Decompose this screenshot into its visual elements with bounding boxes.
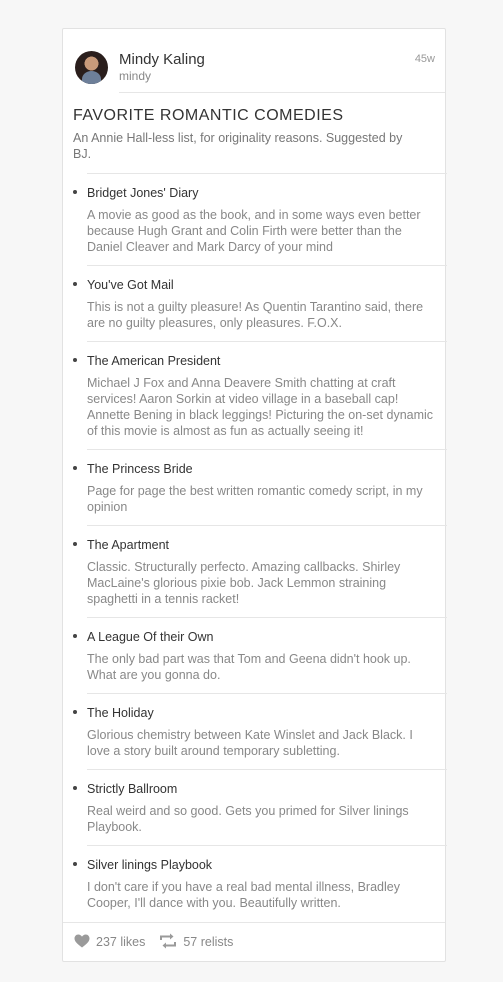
bullet — [73, 710, 77, 714]
card-footer: 237 likes 57 relists — [63, 922, 445, 961]
header-divider — [119, 92, 445, 93]
timestamp: 45w — [414, 53, 435, 65]
avatar[interactable] — [75, 51, 108, 84]
item-title: The Holiday — [87, 706, 154, 720]
bullet — [73, 190, 77, 194]
author-handle[interactable]: mindy — [119, 69, 151, 83]
bullet — [73, 542, 77, 546]
item-title: Silver linings Playbook — [87, 858, 213, 872]
item-note: Real weird and so good. Gets you primed … — [87, 804, 409, 834]
item-title: Bridget Jones' Diary — [87, 186, 199, 200]
relist-icon — [159, 933, 177, 952]
list-items: Bridget Jones' Diary A movie as good as … — [63, 173, 447, 921]
list-item[interactable]: Bridget Jones' Diary A movie as good as … — [73, 173, 447, 265]
item-note: I don't care if you have a real bad ment… — [87, 880, 400, 910]
item-note: Glorious chemistry between Kate Winslet … — [87, 728, 413, 758]
list-title: FAVORITE ROMANTIC COMEDIES — [73, 107, 344, 124]
item-title: The American President — [87, 354, 221, 368]
item-note: Michael J Fox and Anna Deavere Smith cha… — [87, 376, 434, 438]
item-title: The Princess Bride — [87, 462, 193, 476]
list-card: Mindy Kaling mindy 45w FAVORITE ROMANTIC… — [62, 28, 447, 962]
heart-icon — [74, 934, 90, 951]
bullet — [73, 634, 77, 638]
bullet — [73, 466, 77, 470]
list-item[interactable]: The Princess Bride Page for page the bes… — [73, 449, 447, 525]
list-description: An Annie Hall-less list, for originality… — [73, 131, 403, 161]
bullet — [73, 862, 77, 866]
item-title: You've Got Mail — [87, 278, 174, 292]
author-name[interactable]: Mindy Kaling — [119, 51, 205, 68]
list-item[interactable]: The Holiday Glorious chemistry between K… — [73, 693, 447, 769]
bullet — [73, 358, 77, 362]
relists-count: 57 relists — [183, 935, 234, 949]
item-note: This is not a guilty pleasure! As Quenti… — [87, 300, 424, 330]
item-title: A League Of their Own — [87, 630, 214, 644]
list-item[interactable]: A League Of their Own The only bad part … — [73, 617, 447, 693]
item-note: A movie as good as the book, and in some… — [87, 208, 421, 254]
bullet — [73, 786, 77, 790]
item-title: Strictly Ballroom — [87, 782, 178, 796]
item-note: Classic. Structurally perfecto. Amazing … — [87, 560, 401, 606]
item-note: Page for page the best written romantic … — [87, 484, 423, 514]
list-item[interactable]: Strictly Ballroom Real weird and so good… — [73, 769, 447, 845]
list-item[interactable]: Silver linings Playbook I don't care if … — [73, 845, 447, 921]
item-note: The only bad part was that Tom and Geena… — [87, 652, 411, 682]
like-button[interactable]: 237 likes — [74, 934, 145, 951]
likes-count: 237 likes — [96, 935, 146, 949]
list-item[interactable]: The American President Michael J Fox and… — [73, 341, 447, 449]
list-item[interactable]: You've Got Mail This is not a guilty ple… — [73, 265, 447, 341]
list-item[interactable]: The Apartment Classic. Structurally perf… — [73, 525, 447, 617]
item-title: The Apartment — [87, 538, 169, 552]
bullet — [73, 282, 77, 286]
relist-button[interactable]: 57 relists — [159, 933, 233, 952]
